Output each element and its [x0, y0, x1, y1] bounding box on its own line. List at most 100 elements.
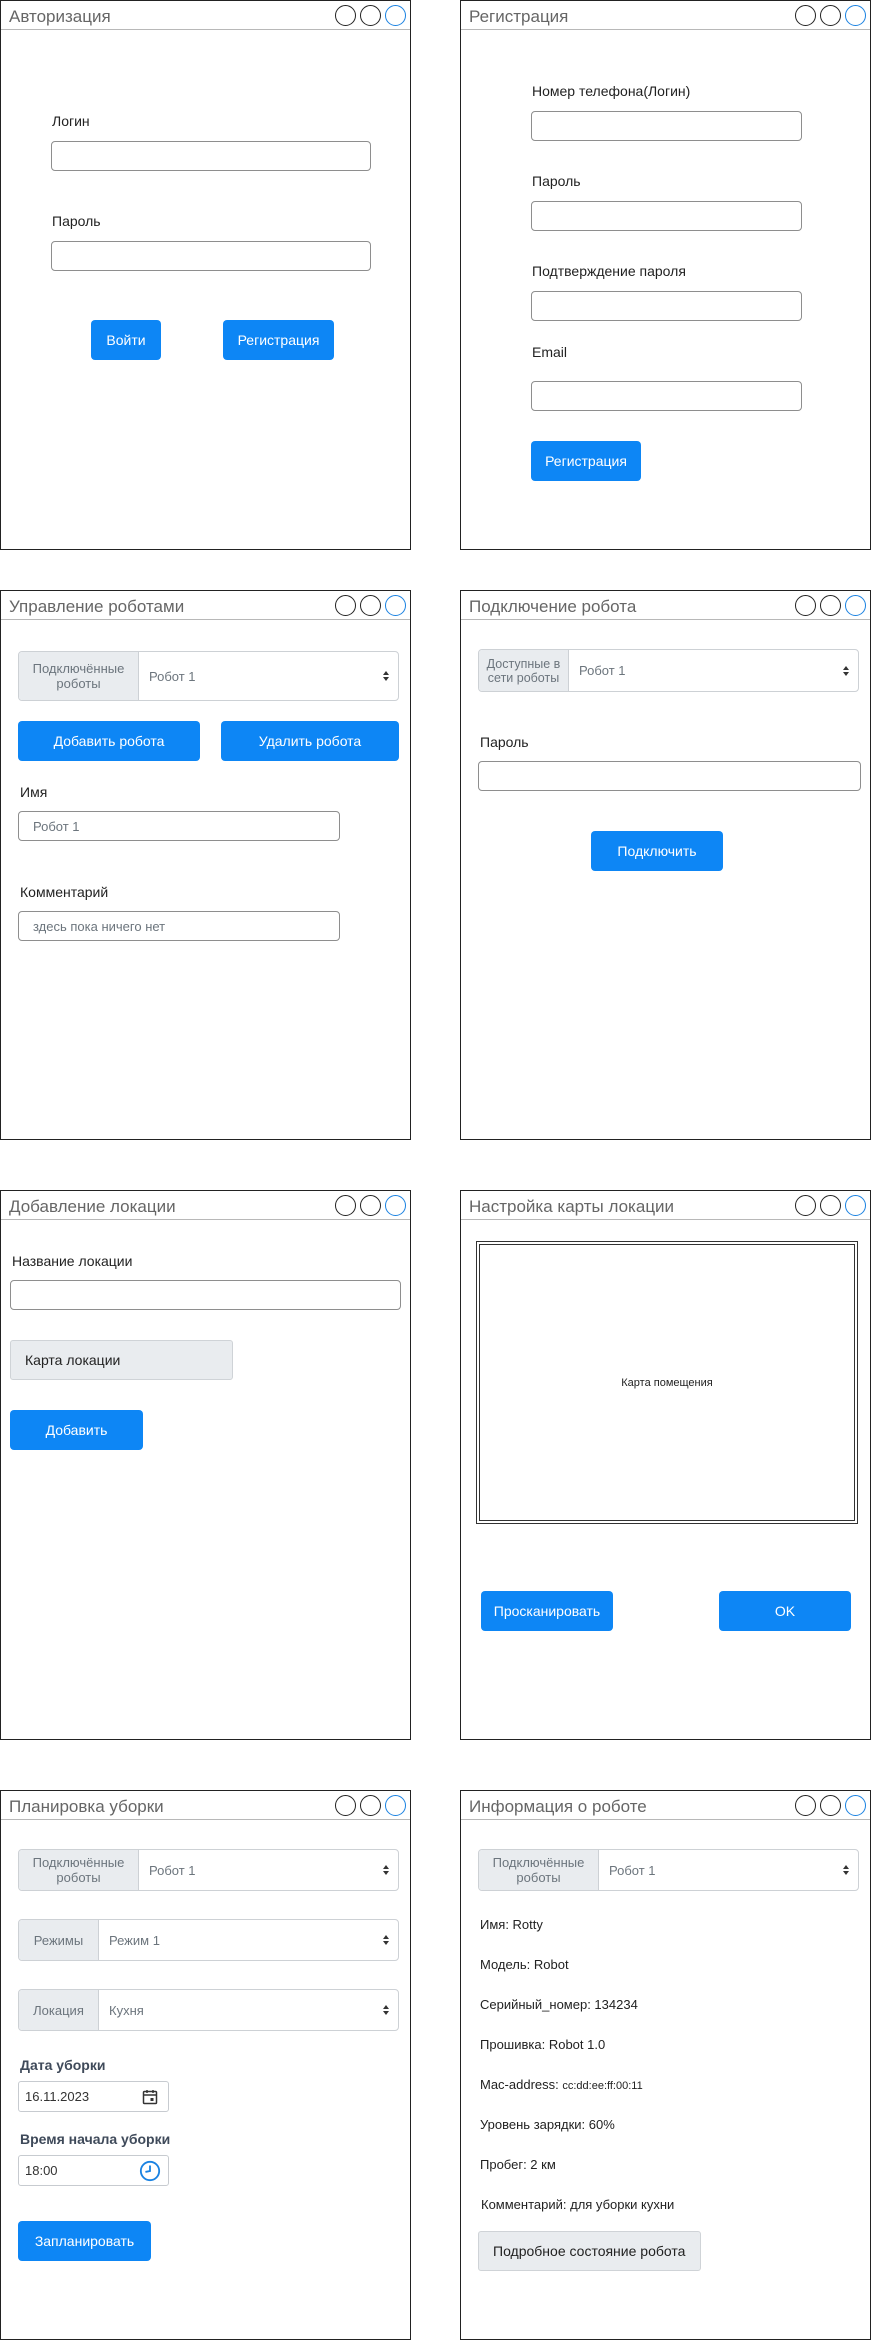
- ok-button[interactable]: OK: [719, 1591, 851, 1631]
- cleaning-schedule-window: Планировка уборки Подключённые роботы Ро…: [0, 1790, 411, 2340]
- login-input[interactable]: [51, 141, 371, 171]
- connected-robots-select-group[interactable]: Подключённые роботы Робот 1: [18, 651, 399, 701]
- window-control-3-icon[interactable]: [385, 1795, 406, 1816]
- sort-arrows-icon: [383, 1865, 389, 1875]
- robot-battery-text: Уровень зарядки: 60%: [480, 2117, 615, 2132]
- email-input[interactable]: [531, 381, 802, 411]
- window-control-2-icon[interactable]: [820, 595, 841, 616]
- window-control-2-icon[interactable]: [360, 595, 381, 616]
- selected-value: Кухня: [109, 2002, 144, 2018]
- window-control-3-icon[interactable]: [845, 1795, 866, 1816]
- modes-select[interactable]: Режим 1: [99, 1920, 398, 1960]
- modes-select-group[interactable]: Режимы Режим 1: [18, 1919, 399, 1961]
- window-control-3-icon[interactable]: [385, 5, 406, 26]
- login-label: Логин: [52, 113, 90, 129]
- time-label: Время начала уборки: [20, 2131, 171, 2147]
- register-submit-button[interactable]: Регистрация: [531, 441, 641, 481]
- window-control-1-icon[interactable]: [335, 1195, 356, 1216]
- window-title: Информация о роботе: [469, 1797, 647, 1816]
- window-control-1-icon[interactable]: [335, 1795, 356, 1816]
- window-control-1-icon[interactable]: [795, 1795, 816, 1816]
- date-value: 16.11.2023: [25, 2089, 90, 2104]
- window-control-3-icon[interactable]: [385, 1195, 406, 1216]
- available-robots-select-group[interactable]: Доступные в сети роботы Робот 1: [478, 649, 859, 692]
- robots-select[interactable]: Робот 1: [599, 1850, 858, 1890]
- window-control-3-icon[interactable]: [845, 5, 866, 26]
- auth-window: Авторизация Логин Пароль Войти Регистрац…: [0, 0, 411, 550]
- add-location-button[interactable]: Добавить: [10, 1410, 143, 1450]
- sort-arrows-icon: [383, 2005, 389, 2015]
- location-map-button[interactable]: Карта локации: [10, 1340, 233, 1380]
- window-control-3-icon[interactable]: [845, 595, 866, 616]
- window-control-2-icon[interactable]: [360, 1795, 381, 1816]
- password-input[interactable]: [51, 241, 371, 271]
- window-title: Регистрация: [469, 7, 569, 26]
- robots-select[interactable]: Робот 1: [139, 1850, 398, 1890]
- login-button[interactable]: Войти: [91, 320, 161, 360]
- schedule-button[interactable]: Запланировать: [18, 2221, 151, 2261]
- calendar-icon[interactable]: [142, 2089, 158, 2105]
- robot-comment-text: Комментарий: для уборки кухни: [481, 2197, 675, 2212]
- location-name-input[interactable]: [10, 1280, 401, 1310]
- connect-button[interactable]: Подключить: [591, 831, 723, 871]
- password-label: Пароль: [52, 213, 101, 229]
- name-input[interactable]: Робот 1: [18, 811, 340, 841]
- name-label: Имя: [20, 784, 48, 800]
- password-input[interactable]: [531, 201, 802, 231]
- robot-mac-text: Mac-address: cc:dd:ee:ff:00:11: [480, 2077, 643, 2092]
- clock-icon[interactable]: [139, 2160, 161, 2182]
- robot-details-button[interactable]: Подробное состояние робота: [478, 2231, 701, 2271]
- robot-info-window: Информация о роботе Подключённые роботы …: [460, 1790, 871, 2340]
- selected-value: Робот 1: [579, 663, 626, 678]
- email-label: Email: [532, 344, 568, 360]
- date-input[interactable]: 16.11.2023: [18, 2081, 169, 2112]
- location-select-group[interactable]: Локация Кухня: [18, 1989, 399, 2031]
- delete-robot-button[interactable]: Удалить робота: [221, 721, 399, 761]
- register-button[interactable]: Регистрация: [223, 320, 334, 360]
- window-control-1-icon[interactable]: [795, 595, 816, 616]
- comment-label: Комментарий: [20, 884, 109, 900]
- sort-arrows-icon: [383, 1935, 389, 1945]
- connected-robots-select[interactable]: Робот 1: [139, 652, 398, 700]
- window-control-1-icon[interactable]: [795, 1195, 816, 1216]
- sort-arrows-icon: [843, 665, 849, 676]
- selected-value: Робот 1: [149, 668, 196, 684]
- window-title: Добавление локации: [9, 1197, 176, 1216]
- available-robots-addon: Доступные в сети роботы: [479, 650, 569, 691]
- window-titlebar: Авторизация: [1, 1, 410, 30]
- selected-value: Режим 1: [109, 1932, 160, 1948]
- window-control-3-icon[interactable]: [845, 1195, 866, 1216]
- sort-arrows-icon: [383, 671, 389, 681]
- window-control-2-icon[interactable]: [820, 5, 841, 26]
- phone-input[interactable]: [531, 111, 802, 141]
- window-titlebar: Добавление локации: [1, 1191, 410, 1220]
- window-control-2-icon[interactable]: [820, 1195, 841, 1216]
- window-control-3-icon[interactable]: [385, 595, 406, 616]
- window-titlebar: Настройка карты локации: [461, 1191, 870, 1220]
- window-control-2-icon[interactable]: [360, 1195, 381, 1216]
- window-titlebar: Управление роботами: [1, 591, 410, 620]
- window-control-1-icon[interactable]: [795, 5, 816, 26]
- room-map-area[interactable]: Карта помещения: [476, 1241, 858, 1524]
- comment-input[interactable]: здесь пока ничего нет: [18, 911, 340, 941]
- add-location-window: Добавление локации Название локации Карт…: [0, 1190, 411, 1740]
- window-control-1-icon[interactable]: [335, 5, 356, 26]
- robot-name-text: Имя: Rotty: [480, 1917, 543, 1932]
- password-input[interactable]: [478, 761, 861, 791]
- time-input[interactable]: 18:00: [18, 2155, 169, 2186]
- modes-addon: Режимы: [19, 1920, 99, 1960]
- window-control-2-icon[interactable]: [820, 1795, 841, 1816]
- window-control-2-icon[interactable]: [360, 5, 381, 26]
- add-robot-button[interactable]: Добавить робота: [18, 721, 200, 761]
- robots-select-group[interactable]: Подключённые роботы Робот 1: [478, 1849, 859, 1891]
- confirm-password-input[interactable]: [531, 291, 802, 321]
- available-robots-select[interactable]: Робот 1: [569, 650, 858, 691]
- robots-select-group[interactable]: Подключённые роботы Робот 1: [18, 1849, 399, 1891]
- robots-addon: Подключённые роботы: [479, 1850, 599, 1890]
- window-control-1-icon[interactable]: [335, 595, 356, 616]
- time-value: 18:00: [25, 2163, 58, 2178]
- window-titlebar: Планировка уборки: [1, 1791, 410, 1820]
- mac-label: Mac-address:: [480, 2077, 563, 2092]
- location-select[interactable]: Кухня: [99, 1990, 398, 2030]
- scan-button[interactable]: Просканировать: [481, 1591, 613, 1631]
